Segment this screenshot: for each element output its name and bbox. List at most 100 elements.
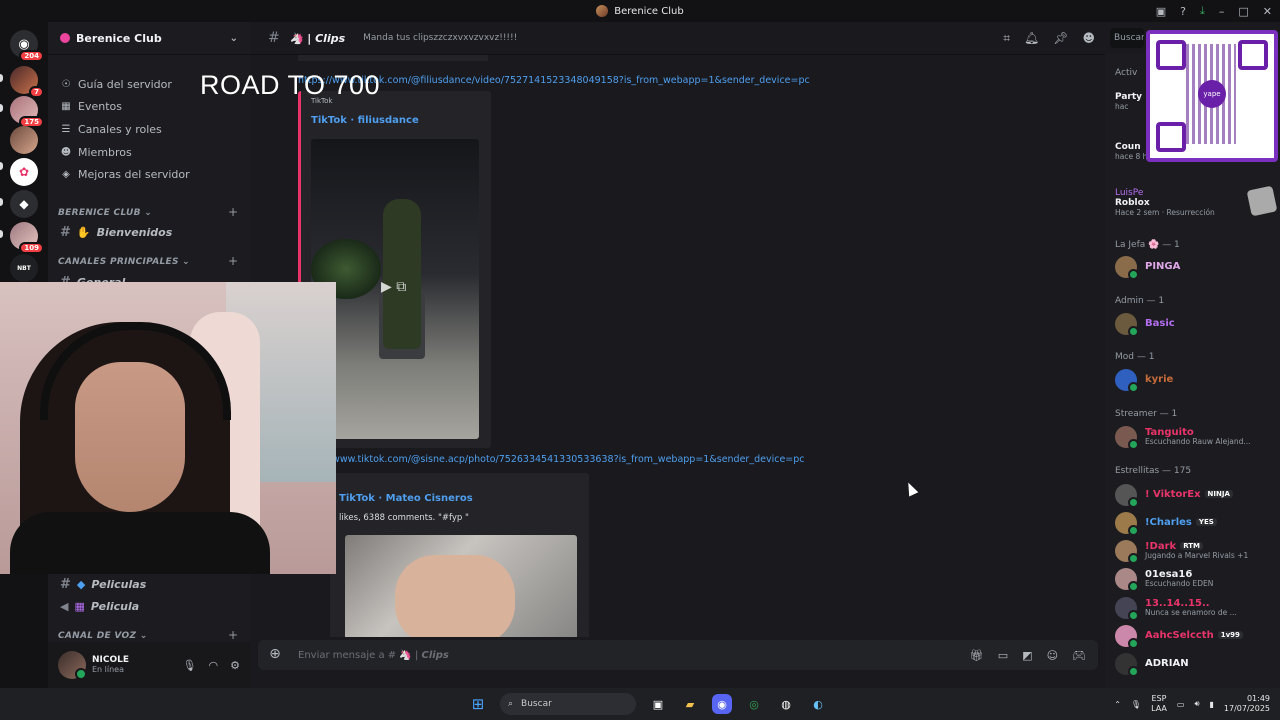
member-row[interactable]: 01esa16 Escuchando EDEN	[1115, 568, 1213, 592]
photo-thumbnail[interactable]	[345, 535, 577, 637]
play-icon[interactable]: ▶ ⧉	[381, 279, 406, 295]
maximize-button[interactable]: □	[1238, 5, 1248, 18]
add-channel-button[interactable]: +	[228, 254, 238, 268]
member-row[interactable]: ! ViktorEx NINJA	[1115, 484, 1233, 508]
volume-icon[interactable]: 🔊︎	[1194, 699, 1199, 709]
member-row[interactable]: kyrie	[1115, 369, 1173, 393]
gift-icon[interactable]: 🎁︎	[970, 649, 984, 662]
inbox-icon[interactable]: ▣	[1156, 5, 1166, 18]
member-row[interactable]: !Charles YES	[1115, 512, 1217, 536]
channel-bienvenidos[interactable]: # ✋ Bienvenidos	[60, 225, 172, 240]
member-name: PINGA	[1145, 261, 1181, 273]
nav-events[interactable]: ▦ Eventos	[60, 100, 122, 113]
close-button[interactable]: ✕	[1263, 5, 1272, 18]
chrome-icon[interactable]: ◎	[744, 694, 764, 714]
system-tray: ⌃ 🎙︎ ESP LAA ▭ 🔊︎ ▮ 01:49 17/07/2025	[1114, 688, 1270, 720]
member-row[interactable]: Tanguito Escuchando Rauw Alejand...	[1115, 426, 1251, 450]
add-attachment-button[interactable]: ⊕	[268, 647, 282, 662]
channel-header: # 🦄 | Clips Manda tus clipszzczxvxvzvxvz…	[250, 22, 1105, 55]
embed-title[interactable]: TikTok · filiusdance	[311, 115, 419, 126]
task-view-icon[interactable]: ▣	[648, 694, 668, 714]
member-row[interactable]: ADRIAN	[1115, 653, 1189, 677]
wave-icon: ✋	[76, 226, 91, 239]
avatar	[1115, 512, 1139, 536]
bell-icon[interactable]: 🔔︎	[1024, 31, 1039, 46]
threads-icon[interactable]: ⌗	[1003, 31, 1010, 46]
embed-title[interactable]: TikTok · Mateo Cisneros	[339, 493, 473, 504]
member-name: AahcSelccth	[1145, 630, 1214, 642]
gamepad-icon[interactable]: 🎮︎	[1072, 649, 1086, 662]
avatar[interactable]	[58, 651, 87, 680]
taskbar-search[interactable]: ⌕ Buscar	[500, 693, 636, 715]
sticker-icon[interactable]: ◩	[1022, 649, 1032, 662]
clock[interactable]: 01:49 17/07/2025	[1224, 694, 1270, 714]
member-row[interactable]: !Dark RTM Jugando a Marvel Rivals +1	[1115, 540, 1248, 564]
file-explorer-icon[interactable]: ▰	[680, 694, 700, 714]
add-channel-button[interactable]: +	[228, 628, 238, 642]
avatar	[1115, 426, 1139, 450]
channel-topic[interactable]: Manda tus clipszzczxvxvzvxvz!!!!!	[363, 33, 517, 43]
nav-channels-roles[interactable]: ☰ Canales y roles	[60, 123, 162, 136]
server-avatar-icon	[596, 5, 609, 17]
server-icon[interactable]: NBT	[10, 254, 38, 282]
message-composer[interactable]: ⊕ Enviar mensaje a # 🦄 | Clips 🎁︎ ▭ ◩ ☺ …	[258, 640, 1098, 670]
battery-icon[interactable]: ▮	[1209, 700, 1213, 709]
online-status-icon	[1128, 666, 1139, 677]
streamer-body	[10, 512, 270, 574]
video-thumbnail[interactable]: ▶ ⧉	[311, 139, 479, 439]
category-label: BERENICE CLUB	[58, 208, 141, 218]
unread-indicator	[0, 162, 3, 170]
gif-icon[interactable]: ▭	[998, 649, 1008, 662]
server-header[interactable]: Berenice Club ⌄	[48, 22, 250, 55]
minimize-button[interactable]: –	[1219, 5, 1225, 18]
microphone-icon[interactable]: 🎙︎	[1131, 700, 1141, 709]
activity-card[interactable]: Coun hace 8 h	[1115, 142, 1147, 161]
server-icon[interactable]: ◆	[10, 190, 38, 218]
members-list-icon[interactable]: ☻	[1082, 31, 1095, 46]
server-icon[interactable]: 175	[10, 96, 44, 128]
help-icon[interactable]: ?	[1180, 5, 1186, 18]
windows-start-icon[interactable]: ⊞	[468, 694, 488, 714]
discord-taskbar-icon[interactable]: ◉	[712, 694, 732, 714]
download-icon[interactable]: ⤓	[1200, 4, 1205, 18]
channel-peliculas[interactable]: # ◆ Peliculas	[60, 577, 146, 592]
channel-pelicula-voice[interactable]: ◀ ▦ Pelicula	[60, 600, 139, 613]
activity-card[interactable]: Party hac	[1115, 92, 1142, 111]
pin-icon[interactable]: 📌︎	[1053, 31, 1068, 46]
search-input[interactable]: Buscar	[1110, 28, 1144, 48]
message-input[interactable]: Enviar mensaje a # 🦄 | Clips	[298, 650, 449, 661]
microphone-icon[interactable]: 🎙︎	[183, 659, 197, 672]
network-icon[interactable]: ▭	[1177, 700, 1185, 709]
activity-card[interactable]: LuisPe Roblox Hace 2 sem · Resurrección	[1115, 185, 1278, 217]
server-icon[interactable]: ✿	[10, 158, 38, 186]
steam-icon[interactable]: ◐	[808, 694, 828, 714]
member-row[interactable]: Basic	[1115, 313, 1175, 337]
nav-members[interactable]: ☻ Miembros	[60, 146, 132, 159]
gear-icon[interactable]: ⚙	[230, 659, 240, 672]
nav-label: Guía del servidor	[78, 78, 172, 91]
discord-home-button[interactable]: ◉ 204	[10, 30, 44, 62]
emoji-icon[interactable]: ☺	[1047, 649, 1058, 662]
member-row[interactable]: PINGA	[1115, 256, 1181, 280]
server-icon[interactable]: 109	[10, 222, 44, 254]
server-icon[interactable]	[10, 126, 38, 154]
category-canales-principales[interactable]: CANALES PRINCIPALES ⌄	[58, 257, 190, 267]
member-section-header: La Jefa 🌸 — 1	[1115, 240, 1180, 250]
nav-server-boosts[interactable]: ◈ Mejoras del servidor	[60, 168, 190, 181]
category-berenice-club[interactable]: BERENICE CLUB ⌄	[58, 208, 152, 218]
member-row[interactable]: AahcSelccth 1v99	[1115, 625, 1243, 649]
message-link[interactable]: https://www.tiktok.com/@sisne.acp/photo/…	[298, 454, 805, 465]
member-row[interactable]: 13..14..15.. Nunca se enamoro de ...	[1115, 597, 1237, 621]
embed-description: likes, 6388 comments. "#fyp "	[339, 513, 469, 523]
chevron-up-icon[interactable]: ⌃	[1114, 700, 1121, 709]
clapper-icon: ▦	[74, 600, 85, 613]
server-icon[interactable]: 7	[10, 66, 44, 98]
nav-server-guide[interactable]: ☉ Guía del servidor	[60, 78, 172, 91]
notification-badge: 109	[19, 242, 44, 254]
language-indicator[interactable]: ESP LAA	[1151, 694, 1167, 713]
headphones-icon[interactable]: ◠	[209, 659, 219, 672]
category-canal-de-voz[interactable]: CANAL DE VOZ ⌄	[58, 631, 148, 641]
obs-icon[interactable]: ◍	[776, 694, 796, 714]
dice-icon: ◆	[10, 190, 38, 218]
add-channel-button[interactable]: +	[228, 205, 238, 219]
